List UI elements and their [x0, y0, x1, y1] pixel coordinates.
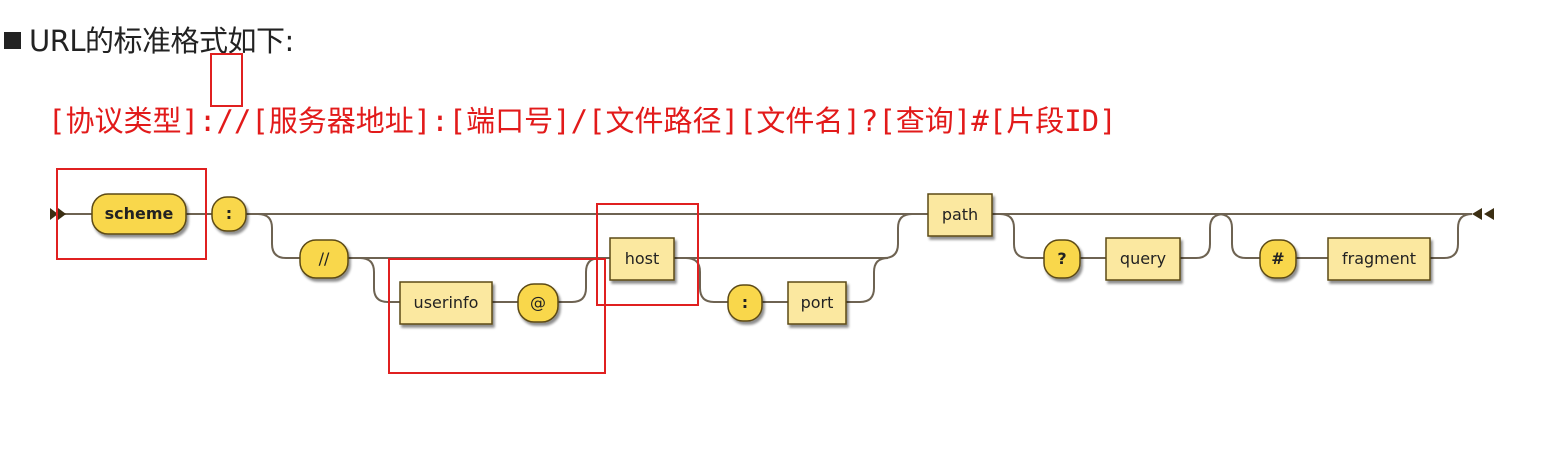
colon-highlight-box — [210, 53, 243, 107]
userinfo-label: userinfo — [414, 293, 479, 312]
question-label: ? — [1057, 249, 1066, 268]
fragment-label: fragment — [1342, 249, 1416, 268]
hash-label: # — [1271, 249, 1284, 268]
port-colon-label: : — [742, 293, 748, 312]
url-syntax-diagram: scheme : // userinfo @ host : port path … — [50, 53, 1494, 374]
colon-label: : — [226, 204, 232, 223]
query-label: query — [1120, 249, 1166, 268]
host-label: host — [625, 249, 660, 268]
entry-marker-icon — [58, 208, 66, 220]
at-label: @ — [530, 293, 546, 312]
path-label: path — [942, 205, 978, 224]
port-label: port — [801, 293, 834, 312]
slashes-label: // — [319, 249, 330, 268]
scheme-label: scheme — [105, 204, 174, 223]
exit-marker-icon — [1472, 208, 1482, 220]
exit-marker-icon — [1484, 208, 1494, 220]
